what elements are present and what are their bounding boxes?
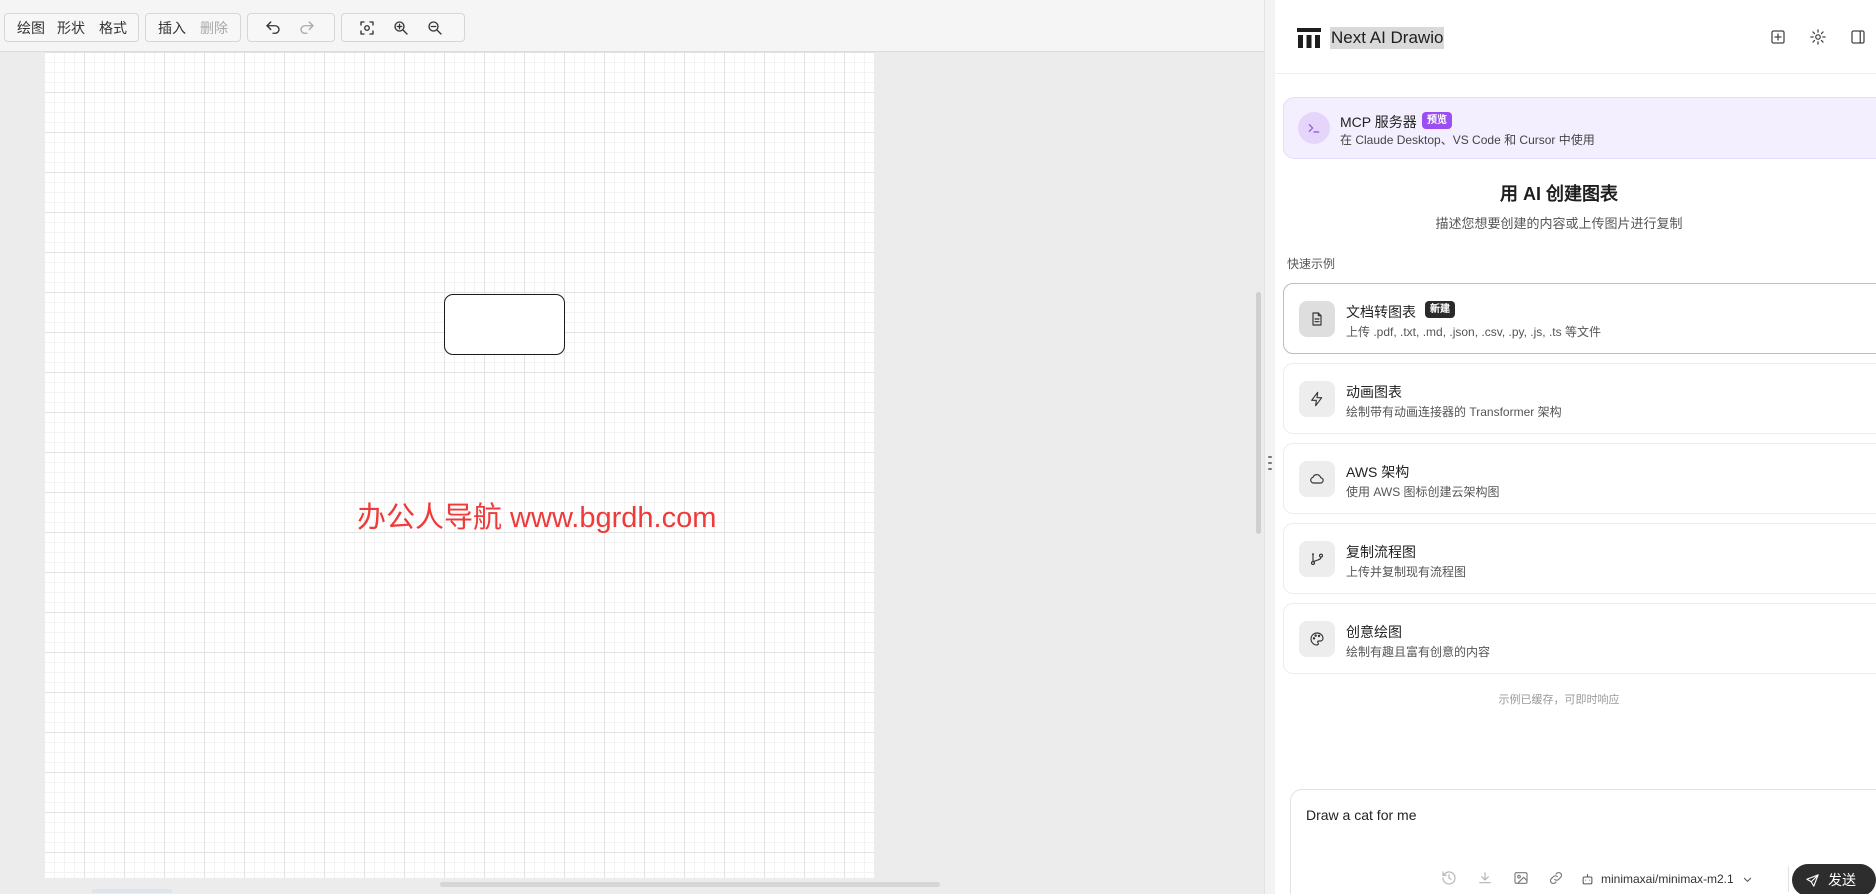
- toolbar-separator: [1788, 866, 1789, 892]
- panel-resize-divider[interactable]: [1264, 0, 1275, 894]
- menu-shape[interactable]: 形状: [53, 18, 93, 38]
- bot-icon: [1582, 873, 1593, 884]
- fit-screen-icon[interactable]: [350, 14, 384, 41]
- preview-badge: 预览: [1422, 112, 1452, 129]
- menu-draw[interactable]: 绘图: [5, 18, 53, 38]
- zoom-group: [341, 13, 465, 42]
- example-card-aws-architecture[interactable]: AWS 架构 使用 AWS 图标创建云架构图: [1283, 443, 1876, 514]
- model-name: minimaxai/minimax-m2.1: [1601, 872, 1734, 886]
- hero-title: 用 AI 创建图表: [1499, 184, 1618, 204]
- palette-icon: [1299, 621, 1335, 657]
- zap-icon: [1299, 381, 1335, 417]
- download-icon[interactable]: [1477, 870, 1495, 888]
- example-card-replicate-flowchart[interactable]: 复制流程图 上传并复制现有流程图: [1283, 523, 1876, 594]
- diagram-editor: 绘图 形状 格式 插入 删除 办公人导航 www.bgrdh.com: [0, 0, 1264, 894]
- send-button[interactable]: 发送: [1792, 864, 1876, 894]
- card-title: AWS 架构: [1346, 464, 1410, 480]
- chevron-down-icon: [1743, 877, 1751, 882]
- mcp-subtitle: 在 Claude Desktop、VS Code 和 Cursor 中使用: [1340, 133, 1595, 147]
- ai-chat-panel: Next AI Drawio MCP 服务器 预览 在 Claude Deskt…: [1275, 0, 1876, 894]
- card-description: 绘制有趣且富有创意的内容: [1346, 645, 1491, 659]
- panel-header: Next AI Drawio: [1275, 0, 1876, 74]
- gear-icon[interactable]: [1809, 28, 1829, 48]
- card-title: 动画图表: [1346, 384, 1402, 400]
- card-title: 文档转图表: [1346, 304, 1416, 320]
- chat-input[interactable]: [1306, 807, 1706, 823]
- card-description: 上传 .pdf, .txt, .md, .json, .csv, .py, .j…: [1346, 325, 1601, 339]
- send-icon: [1806, 873, 1819, 887]
- model-selector[interactable]: minimaxai/minimax-m2.1: [1580, 868, 1755, 890]
- redo-icon[interactable]: [290, 14, 324, 41]
- edit-group: 插入 删除: [145, 13, 241, 42]
- card-description: 上传并复制现有流程图: [1346, 565, 1467, 579]
- card-title: 复制流程图: [1346, 544, 1416, 560]
- send-label: 发送: [1828, 872, 1856, 888]
- horizontal-scrollbar[interactable]: [440, 882, 940, 887]
- new-badge: 新建: [1425, 301, 1455, 318]
- collapse-panel-icon[interactable]: [1849, 28, 1869, 48]
- history-group: [247, 13, 335, 42]
- delete-button[interactable]: 删除: [194, 18, 236, 38]
- vertical-scrollbar[interactable]: [1256, 292, 1261, 534]
- watermark-text: 办公人导航 www.bgrdh.com: [357, 502, 717, 534]
- editor-toolbar: 绘图 形状 格式 插入 删除: [0, 0, 1264, 52]
- zoom-out-icon[interactable]: [418, 14, 452, 41]
- history-icon[interactable]: [1441, 870, 1459, 888]
- link-icon[interactable]: [1548, 870, 1566, 888]
- quick-examples-label: 快速示例: [1287, 257, 1336, 271]
- page-tab-indicator: [92, 889, 172, 893]
- rounded-rectangle-shape[interactable]: [444, 294, 565, 355]
- insert-button[interactable]: 插入: [146, 18, 194, 38]
- file-text-icon: [1299, 301, 1335, 337]
- new-chat-icon[interactable]: [1769, 28, 1789, 48]
- terminal-icon: [1298, 112, 1330, 144]
- drag-handle-icon[interactable]: [1268, 456, 1272, 470]
- image-upload-icon[interactable]: [1513, 870, 1531, 888]
- card-title: 创意绘图: [1346, 624, 1402, 640]
- card-description: 绘制带有动画连接器的 Transformer 架构: [1346, 405, 1562, 419]
- hero-subtitle: 描述您想要创建的内容或上传图片进行复制: [1435, 216, 1683, 231]
- mcp-server-banner[interactable]: MCP 服务器 预览 在 Claude Desktop、VS Code 和 Cu…: [1283, 97, 1876, 159]
- mcp-title: MCP 服务器: [1340, 114, 1417, 130]
- example-card-creative-drawing[interactable]: 创意绘图 绘制有趣且富有创意的内容: [1283, 603, 1876, 674]
- cloud-icon: [1299, 461, 1335, 497]
- card-description: 使用 AWS 图标创建云架构图: [1346, 485, 1500, 499]
- menu-group: 绘图 形状 格式: [4, 13, 139, 42]
- drawing-canvas[interactable]: 办公人导航 www.bgrdh.com: [45, 52, 874, 878]
- example-card-doc-to-diagram[interactable]: 文档转图表 新建 上传 .pdf, .txt, .md, .json, .csv…: [1283, 283, 1876, 354]
- menu-format[interactable]: 格式: [93, 18, 135, 38]
- app-title: Next AI Drawio: [1330, 27, 1445, 49]
- cache-note: 示例已缓存，可即时响应: [1498, 694, 1620, 706]
- app-logo-icon: [1297, 28, 1321, 48]
- git-branch-icon: [1299, 541, 1335, 577]
- undo-icon[interactable]: [256, 14, 290, 41]
- zoom-in-icon[interactable]: [384, 14, 418, 41]
- example-card-animated-diagram[interactable]: 动画图表 绘制带有动画连接器的 Transformer 架构: [1283, 363, 1876, 434]
